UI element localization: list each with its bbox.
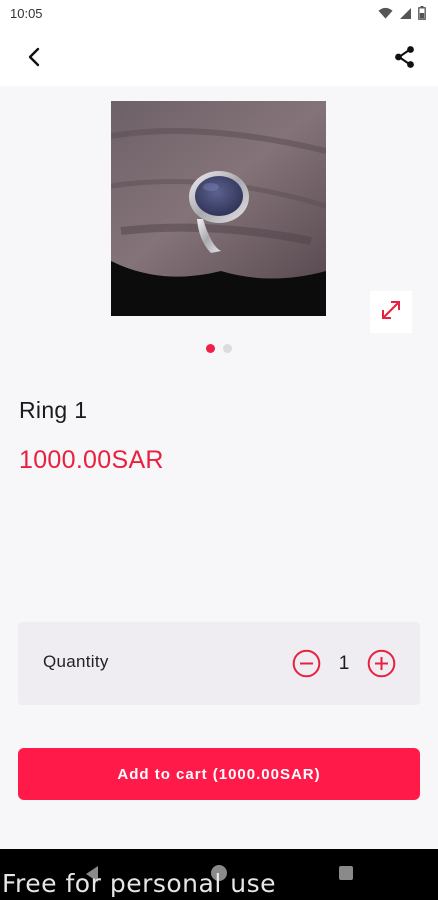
expand-image-button[interactable] — [370, 291, 412, 333]
product-name: Ring 1 — [19, 397, 88, 423]
product-image[interactable] — [111, 101, 326, 316]
nav-recents-icon[interactable] — [339, 866, 353, 880]
app-bar — [0, 28, 438, 86]
ring-photo — [111, 101, 326, 316]
status-icons — [378, 6, 426, 25]
quantity-card: Quantity 1 — [18, 622, 420, 705]
share-icon[interactable] — [392, 44, 418, 70]
plus-circle-icon[interactable] — [367, 649, 396, 678]
wifi-icon — [378, 7, 393, 25]
status-bar: 10:05 — [0, 0, 438, 28]
quantity-value: 1 — [338, 652, 350, 674]
minus-circle-icon[interactable] — [292, 649, 321, 678]
battery-icon — [418, 6, 426, 25]
expand-icon — [380, 299, 402, 326]
add-to-cart-button[interactable]: Add to cart (1000.00SAR) — [18, 748, 420, 800]
product-price: 1000.00SAR — [19, 446, 164, 474]
quantity-stepper: 1 — [292, 649, 396, 678]
back-arrow-icon[interactable] — [22, 44, 48, 70]
image-pager-dots — [0, 344, 438, 353]
status-time: 10:05 — [10, 6, 43, 21]
quantity-label: Quantity — [43, 652, 109, 671]
signal-icon — [399, 7, 412, 25]
pager-dot-active[interactable] — [206, 344, 215, 353]
watermark-text: Free for personal use — [2, 869, 276, 898]
pager-dot[interactable] — [223, 344, 232, 353]
